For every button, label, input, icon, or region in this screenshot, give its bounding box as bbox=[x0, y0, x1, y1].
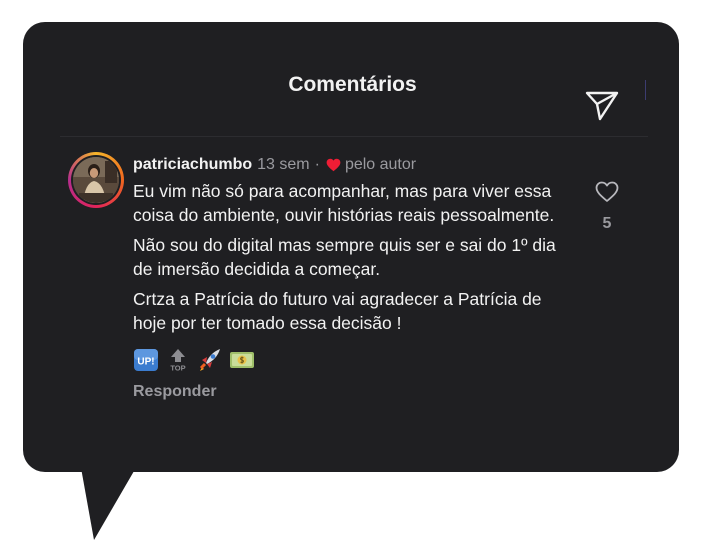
reply-button[interactable]: Responder bbox=[133, 382, 217, 402]
meta-separator: · bbox=[314, 156, 320, 173]
avatar-photo bbox=[73, 157, 119, 203]
share-button[interactable] bbox=[582, 88, 622, 124]
top-emoji-text: TOP bbox=[170, 363, 185, 372]
page: Comentários patriciachumbo 13 sem · pelo… bbox=[0, 0, 705, 555]
up-emoji: UP! bbox=[133, 348, 159, 377]
rocket-emoji bbox=[197, 348, 223, 377]
comment-timestamp: 13 sem bbox=[257, 156, 310, 173]
up-emoji-text: UP! bbox=[137, 356, 154, 367]
comment-emojis: UP! TOP bbox=[133, 348, 255, 377]
header-divider bbox=[60, 136, 648, 137]
comment-paragraph: Não sou do digital mas sempre quis ser e… bbox=[133, 235, 556, 279]
comment-meta: patriciachumbo 13 sem · pelo autor bbox=[133, 155, 416, 175]
user-photo-icon bbox=[73, 157, 119, 203]
comment-paragraph: Crtza a Patrícia do futuro vai agradecer… bbox=[133, 289, 542, 333]
red-heart-icon bbox=[326, 158, 341, 172]
heart-outline-icon bbox=[595, 181, 619, 202]
like-count: 5 bbox=[602, 215, 612, 232]
comment-paragraph: Eu vim não só para acompanhar, mas para … bbox=[133, 181, 555, 225]
top-emoji: TOP bbox=[165, 348, 191, 377]
avatar[interactable] bbox=[68, 152, 124, 208]
username-link[interactable]: patriciachumbo bbox=[133, 155, 252, 175]
like-button[interactable] bbox=[592, 178, 622, 206]
comment-body: Eu vim não só para acompanhar, mas para … bbox=[133, 180, 573, 342]
money-emoji bbox=[229, 348, 255, 377]
avatar-border bbox=[71, 155, 121, 205]
liked-by-author-label: pelo autor bbox=[344, 156, 417, 173]
paper-plane-icon bbox=[585, 91, 619, 121]
